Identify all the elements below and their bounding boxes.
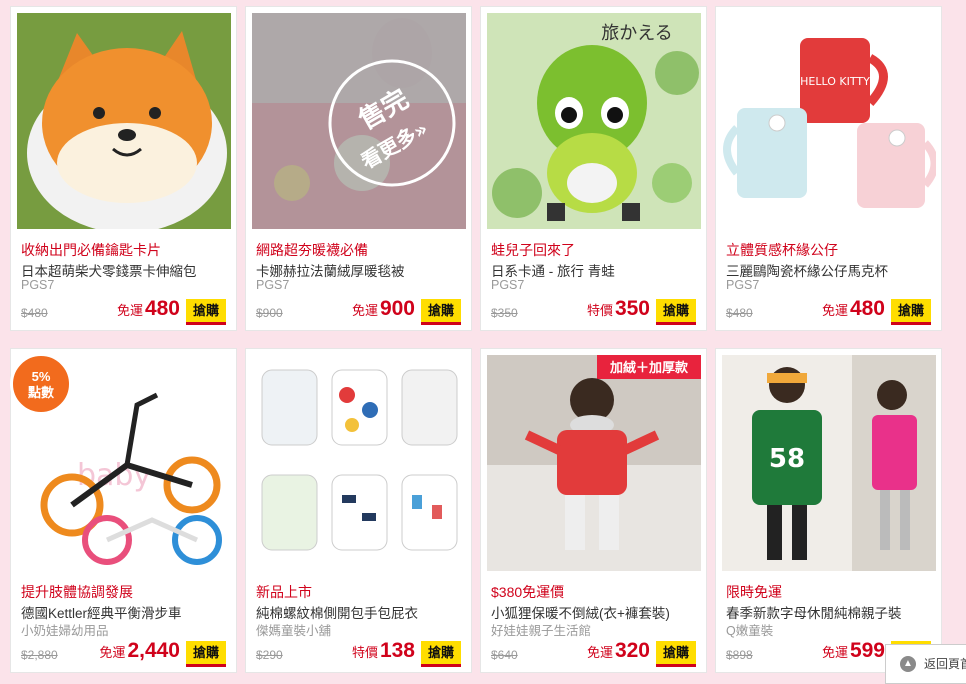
deal-label: 特價 [586, 303, 613, 318]
product-card[interactable]: 收納出門必備鑰匙卡片 日本超萌柴犬零錢票卡伸縮包 PGS7 $480 免運480… [10, 6, 237, 331]
deal-price: 特價350 [587, 297, 650, 321]
deal-price: 特價138 [352, 639, 415, 663]
product-tagline: 網路超夯暖襪必備 [256, 242, 368, 258]
product-card[interactable]: 加絨＋加厚款 $380免運價 小狐狸保暖不倒絨(衣+褲套裝) 好娃娃親子生活館 … [480, 348, 707, 673]
buy-button[interactable]: 搶購 [186, 641, 226, 667]
product-tagline: 提升肢體協調發展 [21, 584, 133, 600]
deal-price: 免運900 [352, 297, 415, 321]
product-card[interactable]: HELLO KITTY 立體質感杯緣公仔 三麗鷗陶瓷杯緣公仔馬克杯 PGS7 $… [715, 6, 942, 331]
original-price: $640 [491, 648, 518, 662]
deal-label: 特價 [351, 645, 378, 660]
back-to-top-label: 返回頁首 [924, 657, 966, 671]
shop-name[interactable]: 傑媽童裝小舖 [256, 620, 331, 639]
product-card[interactable]: 旅かえる 蛙兒子回來了 日系卡通 - 旅行 青蛙 PGS7 $350 特價350… [480, 6, 707, 331]
points-percent: 5% [31, 369, 51, 384]
product-image-sanrio-mugs[interactable]: HELLO KITTY [722, 13, 936, 229]
product-image-frog-plush[interactable]: 旅かえる [487, 13, 701, 229]
product-image-family-outfit[interactable]: 58 [722, 355, 936, 571]
product-name[interactable]: 小狐狸保暖不倒絨(衣+褲套裝) [491, 602, 670, 622]
original-price: $898 [726, 648, 753, 662]
arrow-up-icon: ▲ [900, 656, 916, 672]
product-grid: 收納出門必備鑰匙卡片 日本超萌柴犬零錢票卡伸縮包 PGS7 $480 免運480… [0, 0, 966, 684]
price-value: 900 [379, 297, 415, 320]
deal-label: 免運 [99, 645, 126, 660]
product-name[interactable]: 日本超萌柴犬零錢票卡伸縮包 [21, 260, 197, 280]
deal-label: 免運 [586, 645, 613, 660]
product-card[interactable]: 58 限時免運 春季新款字母休閒純棉親子裝 Q嫩童裝 $898 免運599 搶購 [715, 348, 942, 673]
shop-name[interactable]: PGS7 [21, 278, 54, 292]
buy-button[interactable]: 搶購 [421, 299, 461, 325]
product-image-kanahei-blanket[interactable]: 售完 看更多» [252, 13, 466, 229]
buy-button[interactable]: 搶購 [656, 641, 696, 667]
buy-button[interactable]: 搶購 [891, 299, 931, 325]
product-name[interactable]: 卡娜赫拉法蘭絨厚暖毯被 [256, 260, 405, 280]
buy-button[interactable]: 搶購 [186, 299, 226, 325]
original-price: $290 [256, 648, 283, 662]
buy-button[interactable]: 搶購 [656, 299, 696, 325]
shop-name[interactable]: Q嫩童裝 [726, 620, 773, 639]
shop-name[interactable]: 好娃娃親子生活館 [491, 620, 591, 639]
shop-name[interactable]: PGS7 [491, 278, 524, 292]
product-image-shiba-pouch[interactable] [17, 13, 231, 229]
product-tagline: 立體質感杯緣公仔 [726, 242, 838, 258]
product-tagline: 新品上市 [256, 584, 312, 600]
buy-button[interactable]: 搶購 [421, 641, 461, 667]
product-tagline: 蛙兒子回來了 [491, 242, 575, 258]
product-name[interactable]: 春季新款字母休閒純棉親子裝 [726, 602, 902, 622]
product-tagline: $380免運價 [491, 584, 565, 600]
shop-name[interactable]: 小奶娃婦幼用品 [21, 620, 109, 639]
back-to-top-button[interactable]: ▲ 返回頁首 [885, 644, 966, 684]
points-label: 點數 [27, 385, 54, 400]
price-value: 480 [849, 297, 885, 320]
deal-price: 免運320 [587, 639, 650, 663]
deal-label: 免運 [821, 645, 848, 660]
deal-label: 免運 [821, 303, 848, 318]
price-value: 138 [379, 639, 415, 662]
original-price: $480 [21, 306, 48, 320]
price-value: 350 [614, 297, 650, 320]
points-badge: 5% 點數 [10, 353, 72, 415]
deal-price: 免運480 [117, 297, 180, 321]
price-value: 480 [144, 297, 180, 320]
price-value: 2,440 [127, 639, 180, 662]
deal-label: 免運 [116, 303, 143, 318]
product-tagline: 收納出門必備鑰匙卡片 [21, 242, 161, 258]
product-name[interactable]: 德國Kettler經典平衡滑步車 [21, 602, 182, 622]
deal-price: 免運599 [822, 639, 885, 663]
image-caption: 旅かえる [601, 23, 672, 44]
image-banner-text: 加絨＋加厚款 [609, 360, 689, 376]
original-price: $480 [726, 306, 753, 320]
shop-name[interactable]: PGS7 [256, 278, 289, 292]
deal-price: 免運480 [822, 297, 885, 321]
product-name[interactable]: 三麗鷗陶瓷杯緣公仔馬克杯 [726, 260, 888, 280]
mug-print: HELLO KITTY [800, 75, 870, 88]
deal-price: 免運2,440 [99, 639, 180, 663]
product-tagline: 限時免運 [726, 584, 782, 600]
product-name[interactable]: 純棉螺紋棉側開包手包屁衣 [256, 602, 418, 622]
deal-label: 免運 [351, 303, 378, 318]
original-price: $900 [256, 306, 283, 320]
product-name[interactable]: 日系卡通 - 旅行 青蛙 [491, 260, 615, 280]
product-card[interactable]: 售完 看更多» 網路超夯暖襪必備 卡娜赫拉法蘭絨厚暖毯被 PGS7 $900 免… [245, 6, 472, 331]
product-image-fox-outfit[interactable]: 加絨＋加厚款 [487, 355, 701, 571]
original-price: $350 [491, 306, 518, 320]
product-image-baby-onesies[interactable] [252, 355, 466, 571]
price-value: 320 [614, 639, 650, 662]
product-card[interactable]: 新品上市 純棉螺紋棉側開包手包屁衣 傑媽童裝小舖 $290 特價138 搶購 [245, 348, 472, 673]
original-price: $2,880 [21, 648, 58, 662]
price-value: 599 [849, 639, 885, 662]
shop-name[interactable]: PGS7 [726, 278, 759, 292]
shirt-number: 58 [769, 444, 805, 474]
